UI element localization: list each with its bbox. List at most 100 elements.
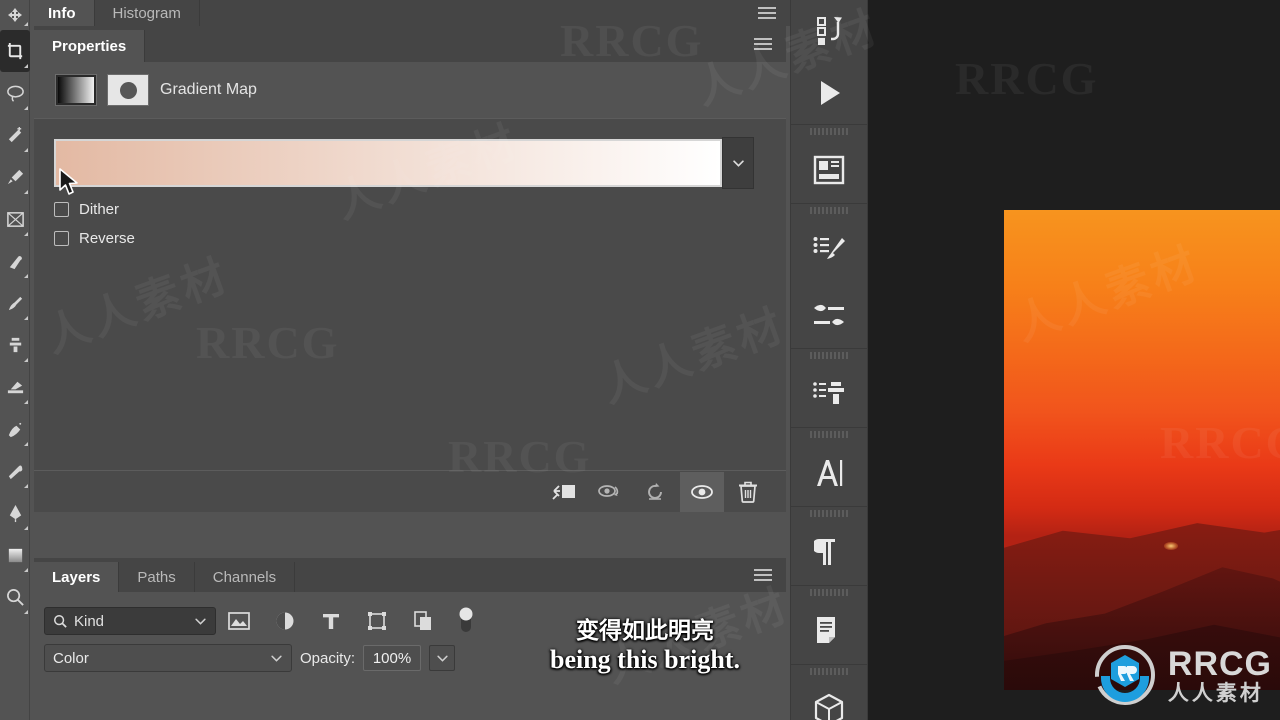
dither-checkbox[interactable] xyxy=(54,202,69,217)
delete-adjustment-icon[interactable] xyxy=(726,472,770,512)
view-previous-state-icon[interactable] xyxy=(588,472,632,512)
properties-body: Dither Reverse xyxy=(34,118,786,512)
tool-crop-tool-icon[interactable] xyxy=(0,30,30,72)
tool-pen-tool-icon[interactable] xyxy=(0,492,30,534)
chevron-down-icon xyxy=(732,159,744,167)
dock-group-character-styles xyxy=(791,586,867,665)
opacity-input[interactable]: 100% xyxy=(363,645,422,671)
opacity-dropdown[interactable] xyxy=(429,645,456,671)
tab-layers[interactable]: Layers xyxy=(34,562,120,592)
dock-grip[interactable] xyxy=(791,125,867,137)
shape-layer-filter-icon[interactable] xyxy=(354,606,400,636)
blend-mode-row: Color Opacity: 100% xyxy=(34,640,786,672)
mouse-pointer-cursor xyxy=(59,168,78,195)
tab-info-label: Info xyxy=(48,4,76,22)
tool-clone-stamp-tool-icon[interactable] xyxy=(0,324,30,366)
character-panel-icon[interactable] xyxy=(791,440,867,506)
tool-dodge-tool-icon[interactable] xyxy=(0,450,30,492)
document-canvas-area[interactable] xyxy=(868,0,1280,720)
layers-panel: Layers Paths Channels Kind Color Opacity… xyxy=(34,558,786,720)
clip-to-layer-icon[interactable] xyxy=(542,472,586,512)
clone-source-icon[interactable] xyxy=(791,361,867,427)
rrcg-logo: RRCG 人人素材 xyxy=(1092,642,1272,708)
tool-gradient-tool-icon[interactable] xyxy=(0,534,30,576)
tool-lasso-tool-icon[interactable] xyxy=(0,72,30,114)
paragraph-panel-icon[interactable] xyxy=(791,519,867,585)
info-panel-menu-icon[interactable] xyxy=(758,7,776,19)
dither-label: Dither xyxy=(79,201,120,218)
gradient-preset-dropdown[interactable] xyxy=(722,137,754,189)
dock-grip[interactable] xyxy=(791,665,867,677)
dither-option-row[interactable]: Dither xyxy=(34,201,786,218)
layer-mask-thumbnail-icon[interactable] xyxy=(108,75,148,105)
tool-blur-tool-icon[interactable] xyxy=(0,408,30,450)
tab-properties[interactable]: Properties xyxy=(34,30,146,62)
pixel-layer-filter-icon[interactable] xyxy=(216,606,262,636)
tool-flyout-triangle-icon xyxy=(24,400,28,404)
tool-zoom-tool-icon[interactable] xyxy=(0,576,30,618)
search-icon xyxy=(54,615,67,628)
history-actions-icon[interactable] xyxy=(791,0,867,62)
info-histogram-tabstrip: Info Histogram xyxy=(30,0,790,26)
dock-grip[interactable] xyxy=(791,586,867,598)
dock-grip[interactable] xyxy=(791,507,867,519)
tab-info[interactable]: Info xyxy=(30,0,95,26)
tool-eraser-tool-icon[interactable] xyxy=(0,366,30,408)
brushes-icon[interactable] xyxy=(791,216,867,282)
rrcg-logo-icon xyxy=(1094,645,1155,706)
tool-frame-tool-icon[interactable] xyxy=(0,198,30,240)
tab-histogram-label: Histogram xyxy=(112,4,181,22)
tab-paths[interactable]: Paths xyxy=(119,562,195,592)
mask-dot-icon xyxy=(119,81,137,99)
reverse-option-row[interactable]: Reverse xyxy=(34,230,786,247)
tool-healing-brush-tool-icon[interactable] xyxy=(0,240,30,282)
tool-flyout-triangle-icon xyxy=(24,442,28,446)
smart-object-filter-icon[interactable] xyxy=(400,606,446,636)
sun-glow xyxy=(1164,542,1178,550)
tab-channels[interactable]: Channels xyxy=(194,562,296,592)
layer-comps-icon[interactable] xyxy=(791,137,867,203)
chevron-down-icon xyxy=(271,655,282,662)
dock-group-history xyxy=(791,0,867,125)
tab-layers-label: Layers xyxy=(52,568,101,586)
tool-magic-wand-tool-icon[interactable] xyxy=(0,114,30,156)
layers-panel-menu-icon[interactable] xyxy=(754,569,772,581)
gradient-thumbnail-icon[interactable] xyxy=(56,75,96,105)
reset-adjustment-icon[interactable] xyxy=(634,472,678,512)
dock-grip[interactable] xyxy=(791,428,867,440)
type-layer-filter-icon[interactable] xyxy=(308,606,354,636)
toggle-visibility-icon[interactable] xyxy=(680,471,724,512)
3d-panel-icon[interactable] xyxy=(791,677,867,720)
layer-filter-kind-label: Kind xyxy=(74,612,105,630)
tool-flyout-triangle-icon xyxy=(24,64,28,68)
dock-group-brushes xyxy=(791,204,867,349)
adjustment-header: Gradient Map xyxy=(34,62,786,118)
blend-mode-select[interactable]: Color xyxy=(44,644,292,672)
dock-grip[interactable] xyxy=(791,349,867,361)
tab-histogram[interactable]: Histogram xyxy=(94,0,200,26)
properties-panel: Properties Gradient Map Dither Reverse xyxy=(34,26,786,552)
reverse-checkbox[interactable] xyxy=(54,231,69,246)
layer-filter-row: Kind xyxy=(34,592,786,640)
collapsed-panel-dock xyxy=(790,0,868,720)
tool-flyout-triangle-icon xyxy=(24,22,28,26)
sunset-photo-layer[interactable] xyxy=(1004,210,1280,690)
gradient-preview-swatch[interactable] xyxy=(54,139,722,187)
tool-brush-tool-icon[interactable] xyxy=(0,282,30,324)
brush-settings-icon[interactable] xyxy=(791,282,867,348)
adjustment-layer-filter-icon[interactable] xyxy=(262,606,308,636)
tool-move-tool-icon[interactable] xyxy=(0,0,30,30)
tools-panel xyxy=(0,0,30,720)
play-action-icon[interactable] xyxy=(791,62,867,124)
character-styles-icon[interactable] xyxy=(791,598,867,664)
filter-toggle-icon[interactable] xyxy=(446,606,486,636)
gradient-editor-row xyxy=(34,119,786,189)
tool-flyout-triangle-icon xyxy=(24,484,28,488)
layer-filter-kind-select[interactable]: Kind xyxy=(44,607,216,635)
dock-grip[interactable] xyxy=(791,204,867,216)
tool-flyout-triangle-icon xyxy=(24,148,28,152)
tool-flyout-triangle-icon xyxy=(24,610,28,614)
tool-eyedropper-tool-icon[interactable] xyxy=(0,156,30,198)
adjustment-title: Gradient Map xyxy=(160,81,257,98)
properties-panel-menu-icon[interactable] xyxy=(754,38,772,50)
